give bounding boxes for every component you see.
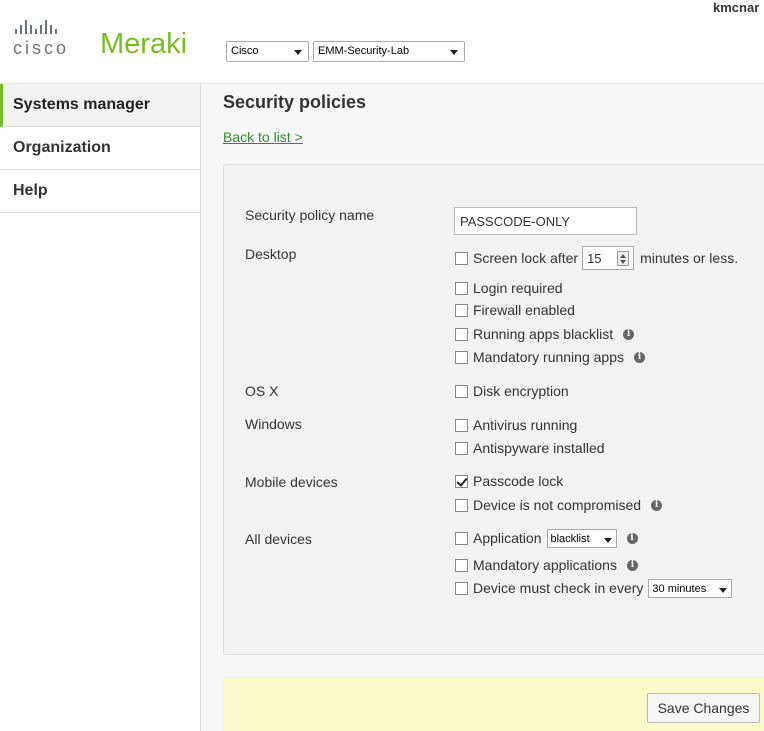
application-option: Application blacklist i xyxy=(455,528,638,548)
device-not-compromised-label: Device is not compromised xyxy=(473,497,642,513)
chevron-down-icon xyxy=(450,50,458,55)
mandatory-applications-label: Mandatory applications xyxy=(473,557,617,573)
back-to-list-link[interactable]: Back to list > xyxy=(223,129,303,145)
user-name[interactable]: kmcnar xyxy=(713,0,759,15)
firewall-enabled-option: Firewall enabled xyxy=(455,301,575,319)
osx-label: OS X xyxy=(245,383,279,399)
firewall-enabled-checkbox[interactable] xyxy=(455,303,468,317)
login-required-option: Login required xyxy=(455,279,563,297)
policy-name-input[interactable]: PASSCODE-ONLY xyxy=(454,207,637,235)
application-mode-select[interactable]: blacklist xyxy=(546,528,617,548)
check-in-interval-value: 30 minutes xyxy=(652,582,707,595)
disk-encryption-label: Disk encryption xyxy=(473,383,569,399)
antivirus-running-checkbox[interactable] xyxy=(455,418,468,432)
mobile-devices-label: Mobile devices xyxy=(245,474,338,490)
meraki-wordmark[interactable]: Meraki xyxy=(100,28,187,61)
cisco-bars-icon xyxy=(15,18,77,34)
disk-encryption-checkbox[interactable] xyxy=(455,384,468,398)
policy-name-value: PASSCODE-ONLY xyxy=(460,214,571,229)
screen-lock-option: Screen lock after 15 minutes or less. xyxy=(455,246,739,270)
device-not-compromised-option: Device is not compromised i xyxy=(455,496,663,514)
device-not-compromised-checkbox[interactable] xyxy=(455,498,468,512)
sidebar: Systems manager Organization Help xyxy=(0,84,201,731)
main-content: Security policies Back to list > Securit… xyxy=(201,84,764,731)
application-checkbox[interactable] xyxy=(455,531,468,545)
spinner-arrows-icon[interactable] xyxy=(617,251,630,266)
application-label: Application xyxy=(473,530,542,546)
screen-lock-checkbox[interactable] xyxy=(455,251,468,265)
windows-label: Windows xyxy=(245,416,302,432)
screen-lock-minutes-value: 15 xyxy=(587,250,602,266)
passcode-lock-checkbox[interactable] xyxy=(455,474,468,488)
running-apps-blacklist-option: Running apps blacklist i xyxy=(455,325,635,343)
info-icon[interactable]: i xyxy=(623,328,635,340)
network-select-value: EMM-Security-Lab xyxy=(318,45,410,57)
chevron-down-icon xyxy=(294,50,302,55)
chevron-down-icon xyxy=(719,587,728,593)
antispyware-installed-checkbox[interactable] xyxy=(455,441,468,455)
check-in-option: Device must check in every 30 minutes xyxy=(455,578,733,598)
cisco-logo: cisco xyxy=(13,18,77,58)
desktop-label: Desktop xyxy=(245,246,297,262)
organization-select-value: Cisco xyxy=(231,45,259,57)
antivirus-running-label: Antivirus running xyxy=(473,417,578,433)
disk-encryption-option: Disk encryption xyxy=(455,382,569,400)
network-select[interactable]: EMM-Security-Lab xyxy=(313,41,465,62)
policy-name-label: Security policy name xyxy=(245,207,375,223)
screen-lock-prefix: Screen lock after xyxy=(473,250,579,266)
login-required-label: Login required xyxy=(473,280,563,296)
info-icon[interactable]: i xyxy=(626,532,638,544)
antivirus-running-option: Antivirus running xyxy=(455,416,577,434)
antispyware-installed-label: Antispyware installed xyxy=(473,440,605,456)
page-title: Security policies xyxy=(223,92,367,112)
sidebar-item-help[interactable]: Help xyxy=(0,170,200,213)
sidebar-item-systems-manager[interactable]: Systems manager xyxy=(0,84,200,127)
save-bar: Save Changes xyxy=(223,677,764,731)
save-changes-button[interactable]: Save Changes xyxy=(647,693,760,723)
policy-form-panel: Security policy name PASSCODE-ONLY Deskt… xyxy=(223,164,764,655)
passcode-lock-label: Passcode lock xyxy=(473,473,564,489)
cisco-wordmark: cisco xyxy=(13,38,70,58)
mandatory-running-apps-checkbox[interactable] xyxy=(455,350,468,364)
info-icon[interactable]: i xyxy=(634,351,645,363)
organization-select[interactable]: Cisco xyxy=(226,41,309,62)
all-devices-label: All devices xyxy=(245,531,312,547)
check-in-interval-select[interactable]: 30 minutes xyxy=(648,578,733,598)
firewall-enabled-label: Firewall enabled xyxy=(473,302,575,318)
check-in-checkbox[interactable] xyxy=(455,581,468,595)
mandatory-running-apps-label: Mandatory running apps xyxy=(473,349,624,365)
application-mode-value: blacklist xyxy=(550,532,590,545)
login-required-checkbox[interactable] xyxy=(455,281,468,295)
passcode-lock-option: Passcode lock xyxy=(455,472,563,490)
mandatory-applications-option: Mandatory applications i xyxy=(455,556,638,574)
mandatory-applications-checkbox[interactable] xyxy=(455,558,468,572)
mandatory-running-apps-option: Mandatory running apps i xyxy=(455,348,645,366)
chevron-down-icon xyxy=(603,537,612,543)
antispyware-installed-option: Antispyware installed xyxy=(455,439,605,457)
header: cisco Meraki Cisco EMM-Security-Lab kmcn… xyxy=(0,0,764,84)
info-icon[interactable]: i xyxy=(626,559,638,571)
screen-lock-suffix: minutes or less. xyxy=(640,250,739,266)
check-in-label: Device must check in every xyxy=(473,580,644,596)
screen-lock-minutes-stepper[interactable]: 15 xyxy=(582,246,635,270)
sidebar-item-organization[interactable]: Organization xyxy=(0,127,200,170)
info-icon[interactable]: i xyxy=(651,499,663,511)
running-apps-blacklist-label: Running apps blacklist xyxy=(473,326,614,342)
running-apps-blacklist-checkbox[interactable] xyxy=(455,327,468,341)
